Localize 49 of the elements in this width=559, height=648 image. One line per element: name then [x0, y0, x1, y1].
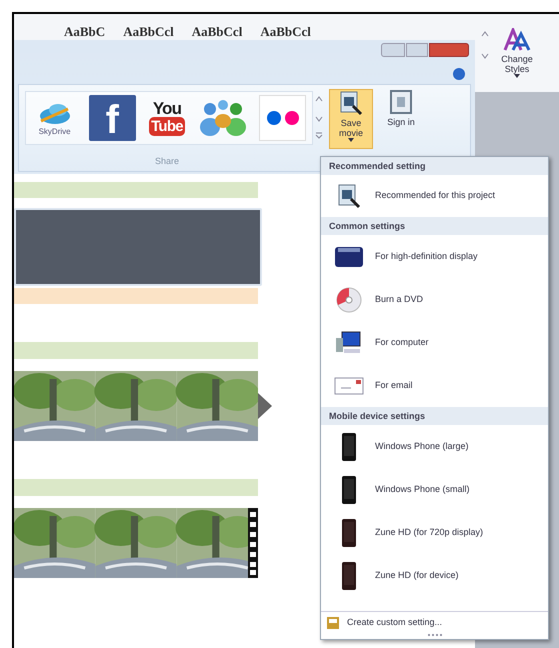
save-movie-button[interactable]: Save movie [329, 89, 373, 149]
section-header: Common settings [321, 217, 548, 235]
menu-item[interactable]: Windows Phone (large) [321, 425, 548, 468]
section-header: Recommended setting [321, 157, 548, 175]
custom-setting-item[interactable]: Create custom setting... [321, 611, 548, 633]
style-sample[interactable]: AaBbCcl [123, 25, 174, 38]
maximize-button[interactable] [406, 43, 428, 57]
close-button[interactable] [429, 43, 469, 57]
group-label: Share [154, 157, 180, 166]
help-icon[interactable] [453, 68, 465, 80]
youtube-button[interactable]: You Tube [146, 100, 187, 136]
menu-item[interactable]: Windows Phone (small) [321, 468, 548, 511]
style-sample[interactable]: AaBbC [64, 25, 106, 38]
menu-item[interactable]: For high-definition display [321, 235, 548, 278]
film-save-icon [337, 183, 361, 209]
menu-item[interactable]: Zune HD (for device) [321, 554, 548, 597]
people-icon[interactable] [198, 97, 248, 139]
menu-item[interactable]: Recommended for this project [321, 175, 548, 217]
sign-in-button[interactable]: Sign in [381, 89, 421, 149]
envelope-icon [334, 376, 364, 396]
menu-item[interactable]: For email [321, 364, 548, 407]
media-player-icon [341, 518, 357, 548]
skydrive-label: SkyDrive [38, 128, 71, 136]
disc-icon [336, 286, 362, 312]
dots-icon [266, 110, 300, 126]
title-clip[interactable] [14, 208, 262, 286]
display-icon [334, 244, 364, 268]
caret-icon [514, 74, 520, 78]
film-strip-icon [248, 508, 258, 578]
resize-grip-icon[interactable] [426, 633, 442, 637]
section-header: Mobile device settings [321, 407, 548, 425]
skydrive-button[interactable]: SkyDrive [32, 100, 78, 136]
phone-icon [341, 432, 357, 462]
menu-item[interactable]: Zune HD (for 720p display) [321, 511, 548, 554]
style-sample[interactable]: AaBbCcl [260, 25, 311, 38]
caret-icon [348, 138, 354, 142]
facebook-button[interactable]: f [88, 95, 136, 141]
flickr-button[interactable] [259, 95, 306, 141]
menu-item[interactable]: For computer [321, 321, 548, 364]
account-icon [389, 89, 413, 115]
font-styles-icon [503, 28, 531, 52]
menu-item[interactable]: Burn a DVD [321, 278, 548, 321]
minimize-button[interactable] [381, 43, 405, 57]
gallery-scroll-icon[interactable] [315, 95, 323, 139]
media-player-icon [341, 560, 357, 590]
settings-file-icon [327, 616, 339, 628]
style-sample[interactable]: AaBbCcl [192, 25, 242, 38]
phone-icon [341, 474, 357, 504]
film-save-icon [339, 90, 363, 116]
